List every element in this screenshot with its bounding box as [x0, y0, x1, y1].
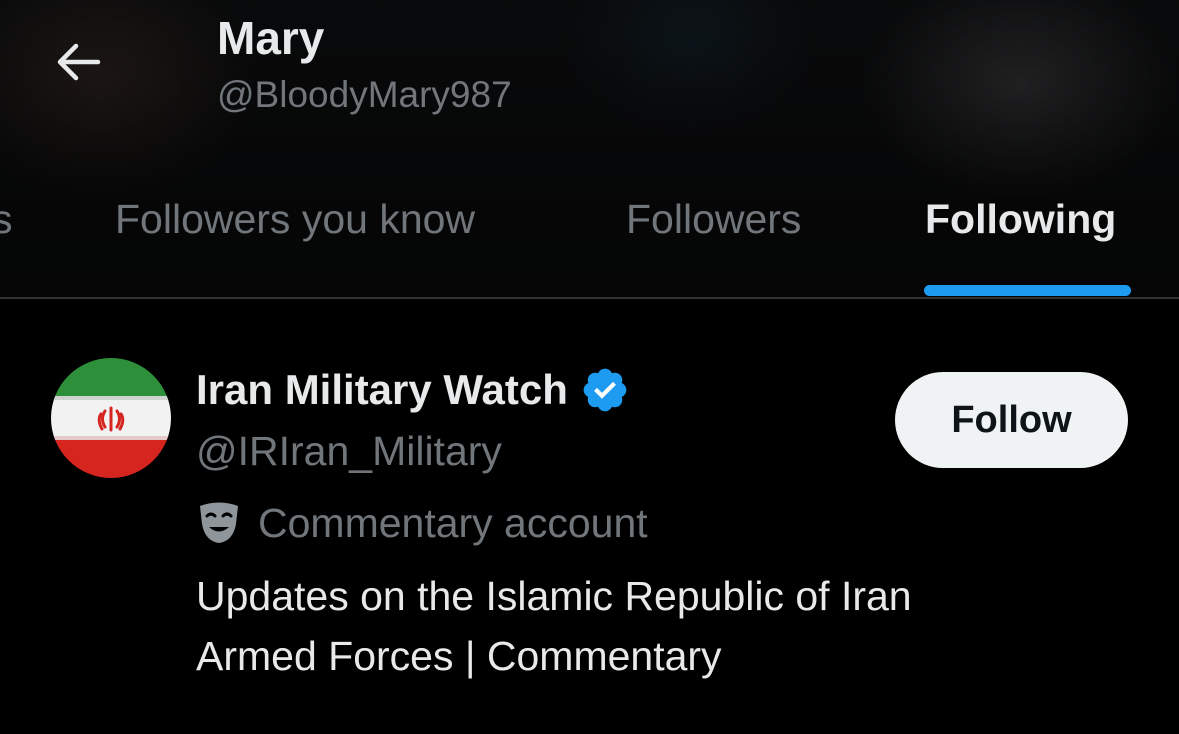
tab-divider — [0, 297, 1179, 299]
user-name-row: Iran Military Watch — [196, 362, 630, 418]
profile-handle: @BloodyMary987 — [217, 74, 512, 115]
follow-button[interactable]: Follow — [895, 372, 1128, 468]
account-label: Commentary account — [196, 496, 648, 550]
profile-header: Mary @BloodyMary987 s Followers you know… — [0, 0, 1179, 300]
back-button[interactable] — [40, 30, 116, 94]
header-shade — [0, 0, 1179, 300]
verified-badge-icon[interactable] — [580, 365, 630, 415]
arrow-left-icon — [57, 43, 101, 81]
profile-name: Mary — [217, 12, 325, 64]
bio-line: Armed Forces | Commentary — [196, 633, 722, 679]
user-display-name[interactable]: Iran Military Watch — [196, 366, 568, 414]
tab-followers-you-know[interactable]: Followers you know — [115, 188, 475, 250]
user-handle: @IRIran_Military — [196, 428, 502, 474]
account-label-text: Commentary account — [258, 499, 648, 546]
bio-line: Updates on the Islamic Republic of Iran — [196, 573, 912, 619]
theater-mask-icon — [200, 502, 238, 543]
user-avatar[interactable] — [51, 358, 171, 478]
active-tab-indicator — [924, 285, 1131, 296]
tab-following[interactable]: Following — [925, 188, 1116, 250]
iran-flag-avatar-image — [51, 358, 171, 478]
tab-partial[interactable]: s — [0, 188, 18, 250]
tab-followers[interactable]: Followers — [626, 188, 801, 250]
user-bio: Updates on the Islamic Republic of Iran … — [196, 566, 1096, 686]
